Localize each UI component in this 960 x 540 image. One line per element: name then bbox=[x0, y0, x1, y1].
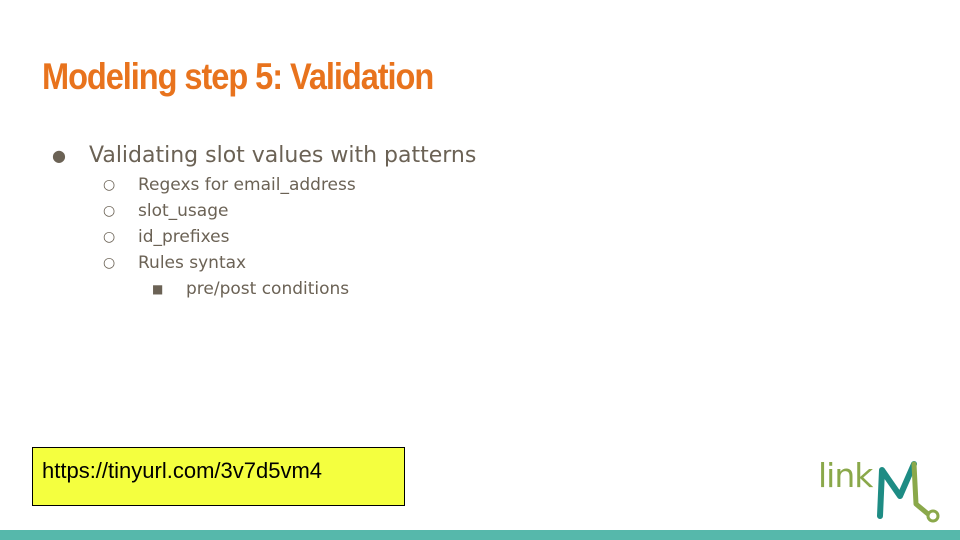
sub-sub-bullet-item: ■ pre/post conditions bbox=[152, 279, 349, 299]
sub-bullet-marker-icon: ○ bbox=[103, 177, 116, 193]
linkml-m-icon bbox=[877, 461, 940, 523]
sub-bullet-marker-icon: ○ bbox=[103, 229, 116, 245]
sub-bullet-marker-icon: ○ bbox=[103, 203, 116, 219]
sub-bullet-item: ○ slot_usage bbox=[103, 201, 228, 221]
sub-bullet-item: ○ Regexs for email_address bbox=[103, 175, 356, 195]
slide: Modeling step 5: Validation ● Validating… bbox=[0, 0, 960, 540]
sub-bullet-text: slot_usage bbox=[138, 201, 229, 221]
sub-bullet-item: ○ id_prefixes bbox=[103, 227, 229, 247]
logo-text: link bbox=[818, 456, 873, 495]
square-bullet-marker-icon: ■ bbox=[152, 282, 164, 296]
bullet-item: ● Validating slot values with patterns bbox=[52, 143, 476, 168]
sub-bullet-text: id_prefixes bbox=[138, 227, 230, 247]
bullet-text: Validating slot values with patterns bbox=[89, 143, 477, 168]
slide-title: Modeling step 5: Validation bbox=[42, 56, 434, 97]
linkml-logo: link bbox=[816, 456, 946, 526]
sub-bullet-marker-icon: ○ bbox=[103, 255, 116, 271]
url-link[interactable]: https://tinyurl.com/3v7d5vm4 bbox=[42, 458, 322, 483]
bottom-accent-bar bbox=[0, 530, 960, 540]
sub-bullet-text: Regexs for email_address bbox=[138, 175, 356, 195]
sub-bullet-text: Rules syntax bbox=[138, 253, 247, 273]
sub-sub-bullet-text: pre/post conditions bbox=[186, 279, 350, 299]
sub-bullet-item: ○ Rules syntax bbox=[103, 253, 246, 273]
url-box[interactable]: https://tinyurl.com/3v7d5vm4 bbox=[32, 447, 405, 506]
bullet-marker-icon: ● bbox=[52, 146, 66, 165]
